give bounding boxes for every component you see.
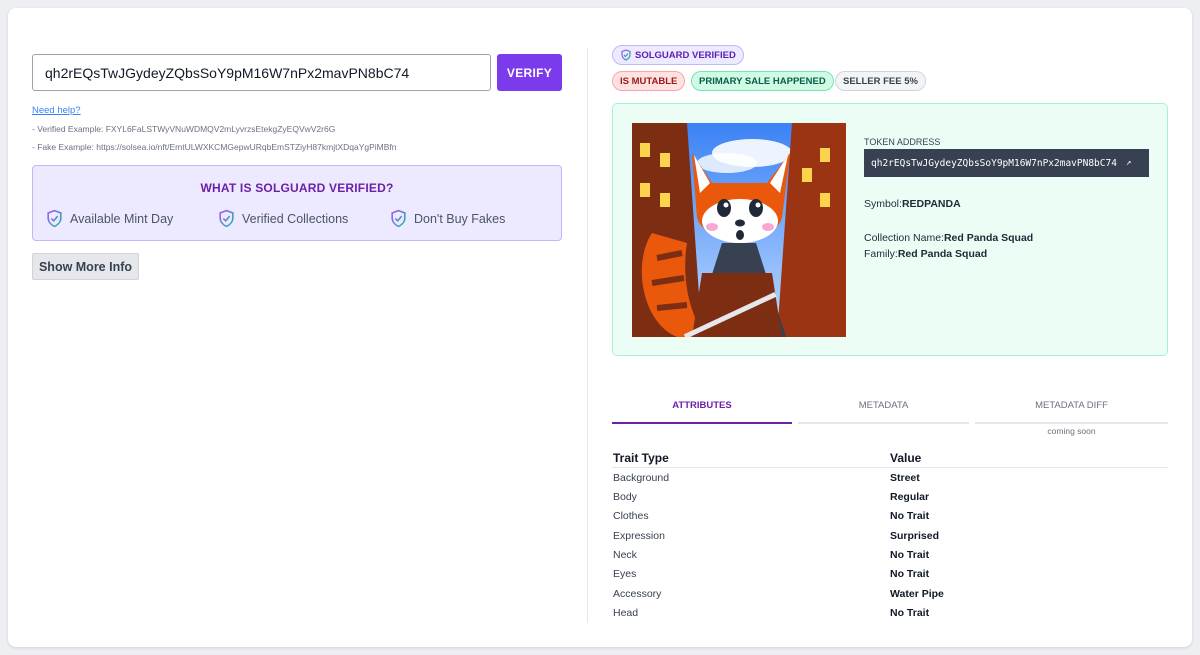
trait-value: No Trait: [890, 510, 930, 522]
collection-value: Red Panda Squad: [943, 232, 1034, 244]
symbol-row: Symbol:REDPANDA: [864, 198, 961, 210]
table-row: Neck No Trait: [613, 549, 1168, 568]
trait-type: Clothes: [613, 510, 649, 522]
info-item-mint-day: Available Mint Day: [45, 209, 173, 228]
shield-check-icon: [391, 209, 406, 228]
trait-type: Body: [613, 491, 637, 503]
column-divider: [587, 48, 588, 623]
trait-value: No Trait: [890, 568, 930, 580]
primary-sale-badge: PRIMARY SALE HAPPENED: [691, 71, 834, 91]
info-title: WHAT IS SOLGUARD VERIFIED?: [200, 181, 394, 195]
coming-soon-label: coming soon: [1047, 426, 1096, 436]
trait-type: Expression: [613, 530, 665, 542]
tab-metadata[interactable]: METADATA: [798, 400, 969, 411]
seller-fee-badge: SELLER FEE 5%: [835, 71, 926, 91]
token-address-value: qh2rEQsTwJGydeyZQbsSoY9pM16W7nPx2mavPN8b…: [871, 157, 1117, 169]
table-row: Eyes No Trait: [613, 568, 1168, 587]
family-label: Family:: [864, 248, 898, 260]
header-value: Value: [890, 451, 922, 465]
table-row: Background Street: [613, 472, 1168, 491]
collection-label: Collection Name:: [864, 232, 944, 244]
info-item-label: Don't Buy Fakes: [414, 211, 506, 226]
trait-type: Head: [613, 607, 639, 619]
table-row: Accessory Water Pipe: [613, 588, 1168, 607]
trait-value: No Trait: [890, 607, 930, 619]
trait-type: Neck: [613, 549, 637, 561]
table-row: Head No Trait: [613, 607, 1168, 626]
token-details-box: TOKEN ADDRESS qh2rEQsTwJGydeyZQbsSoY9pM1…: [612, 103, 1168, 356]
token-address-label: TOKEN ADDRESS: [864, 137, 941, 147]
trait-type: Accessory: [613, 588, 662, 600]
info-item-label: Verified Collections: [242, 211, 349, 226]
info-item-label: Available Mint Day: [70, 211, 174, 226]
header-trait-type: Trait Type: [613, 451, 669, 465]
show-more-info-button[interactable]: Show More Info: [32, 253, 139, 280]
solguard-verified-badge: SOLGUARD VERIFIED: [612, 45, 744, 65]
shield-check-icon: [219, 209, 234, 228]
table-row: Expression Surprised: [613, 530, 1168, 549]
collection-row: Collection Name:Red Panda Squad: [864, 232, 1033, 244]
shield-check-icon: [47, 209, 62, 228]
tab-underline: [975, 422, 1168, 424]
nft-image: [632, 123, 846, 337]
trait-value: Street: [890, 472, 920, 484]
badge-label: SOLGUARD VERIFIED: [635, 49, 736, 61]
solguard-info-box: WHAT IS SOLGUARD VERIFIED? Available Min…: [32, 165, 562, 241]
shield-check-icon: [621, 49, 631, 61]
family-row: Family:Red Panda Squad: [864, 248, 987, 260]
family-value: Red Panda Squad: [897, 248, 988, 260]
trait-value: Surprised: [890, 530, 940, 542]
trait-type: Background: [613, 472, 670, 484]
table-header-divider: [612, 467, 1168, 468]
tab-underline-active: [612, 422, 792, 424]
trait-value: No Trait: [890, 549, 930, 561]
fake-example-text: - Fake Example: https://solsea.io/nft/Em…: [32, 142, 397, 152]
main-card: VERIFY Need help? - Verified Example: FX…: [8, 8, 1192, 647]
external-link-icon[interactable]: ↗: [1126, 158, 1131, 168]
info-item-dont-buy-fakes: Don't Buy Fakes: [389, 209, 505, 228]
need-help-link[interactable]: Need help?: [32, 105, 81, 116]
info-item-verified-collections: Verified Collections: [217, 209, 348, 228]
trait-value: Water Pipe: [890, 588, 944, 600]
table-row: Clothes No Trait: [613, 510, 1168, 529]
token-address-box[interactable]: qh2rEQsTwJGydeyZQbsSoY9pM16W7nPx2mavPN8b…: [864, 149, 1149, 177]
table-row: Body Regular: [613, 491, 1168, 510]
trait-type: Eyes: [613, 568, 637, 580]
trait-value: Regular: [890, 491, 930, 503]
is-mutable-badge: IS MUTABLE: [612, 71, 686, 91]
symbol-label: Symbol:: [864, 198, 902, 210]
verify-button[interactable]: VERIFY: [497, 54, 562, 91]
verified-example-text: - Verified Example: FXYL6FaLSTWyVNuWDMQV…: [32, 124, 336, 134]
tab-attributes[interactable]: ATTRIBUTES: [612, 400, 792, 411]
symbol-value: REDPANDA: [901, 198, 961, 210]
token-address-input[interactable]: [32, 54, 491, 91]
tab-metadata-diff[interactable]: METADATA DIFF: [975, 400, 1168, 411]
tab-underline: [798, 422, 969, 424]
